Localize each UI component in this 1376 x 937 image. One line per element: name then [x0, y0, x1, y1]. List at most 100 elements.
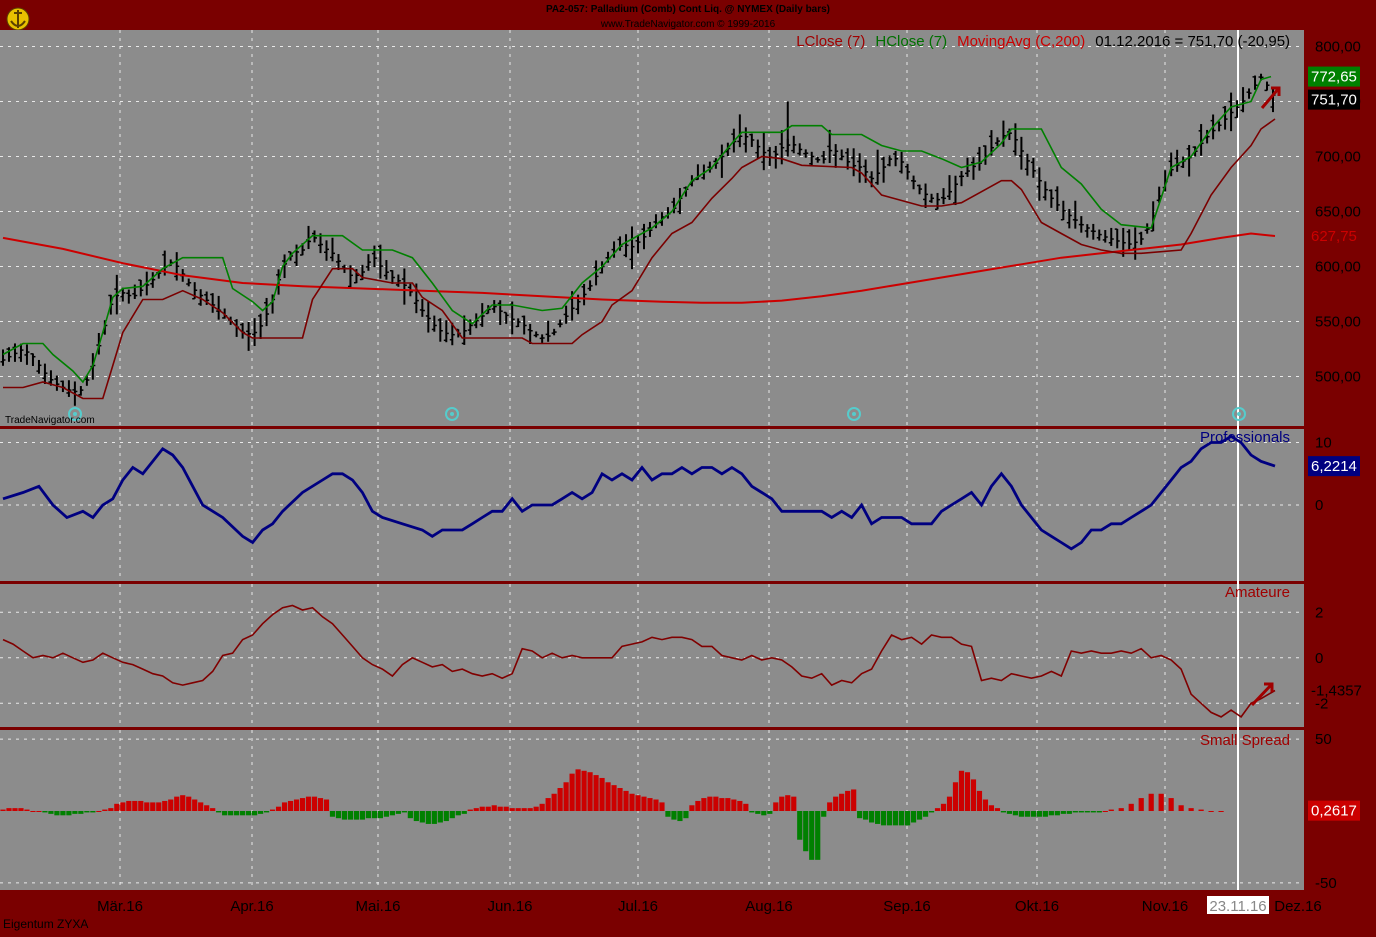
spread-bar [953, 782, 958, 811]
spread-bar [348, 811, 353, 820]
spread-bar [875, 811, 880, 824]
spread-bar [498, 807, 503, 811]
spread-bar [911, 811, 916, 822]
cursor-date-label: 23.11.16 [1209, 898, 1266, 915]
spread-bar [893, 811, 898, 825]
spread-bar [234, 811, 239, 815]
tick-label: 650,00 [1315, 204, 1361, 221]
spread-bar [647, 798, 652, 811]
spread-bar [294, 800, 299, 811]
spread-bar [96, 811, 101, 812]
small-spread-title: Small Spread [1200, 732, 1290, 749]
spread-bar [629, 794, 634, 811]
spread-bar [941, 804, 946, 811]
spread-bar [186, 797, 191, 811]
spread-bar [312, 797, 317, 811]
professionals-panel[interactable] [0, 429, 1304, 581]
spread-bar [480, 807, 485, 811]
spread-bar [779, 797, 784, 811]
spread-bar [6, 808, 11, 811]
spread-bar [486, 807, 491, 811]
small-spread-last-value-tag: 0,2617 [1308, 801, 1360, 821]
spread-bar [336, 811, 341, 818]
spread-bar [504, 807, 509, 811]
spread-bar [1061, 811, 1066, 814]
spread-bar [204, 805, 209, 811]
spread-bar [252, 811, 257, 815]
owner-label: Eigentum ZYXA [3, 917, 88, 931]
spread-bar [300, 798, 305, 811]
amateure-title: Amateure [1225, 584, 1290, 601]
spread-bar [881, 811, 886, 825]
professionals-last-value-tag: 6,2214 [1308, 456, 1360, 476]
lclose-last-value: 734,05 [1311, 111, 1357, 128]
spread-bar [905, 811, 910, 825]
spread-bar [318, 798, 323, 811]
chart-window: PA2-057: Palladium (Comb) Cont Liq. @ NY… [0, 0, 1376, 932]
spread-bar [108, 808, 113, 811]
month-label: Nov.16 [1142, 898, 1188, 915]
spread-bar [581, 771, 586, 811]
spread-bar [593, 775, 598, 811]
chart-title: PA2-057: Palladium (Comb) Cont Liq. @ NY… [546, 4, 830, 15]
spread-bar [803, 811, 808, 851]
spread-bar [1037, 811, 1042, 817]
spread-bar [330, 811, 335, 817]
spread-bar [755, 811, 760, 814]
spread-bar [390, 811, 395, 815]
spread-bar [857, 811, 862, 818]
spread-bar [683, 811, 688, 818]
spread-bar [1085, 811, 1090, 812]
spread-bar [719, 798, 724, 811]
spread-bar [72, 811, 77, 814]
spread-bar [558, 788, 563, 811]
spread-bar [959, 771, 964, 811]
spread-bar [791, 797, 796, 811]
spread-bar [695, 801, 700, 811]
spread-bar [899, 811, 904, 825]
spread-bar [1139, 798, 1144, 811]
spread-bar [605, 782, 610, 811]
spread-bar [246, 811, 251, 815]
tick-label: -50 [1315, 875, 1337, 892]
month-label: Mai.16 [355, 898, 400, 915]
signal-marker-dot [450, 412, 454, 416]
month-label: Dez.16 [1274, 898, 1322, 915]
spread-bar [180, 795, 185, 811]
spread-bar [354, 811, 359, 820]
spread-bar [426, 811, 431, 824]
spread-bar [0, 810, 5, 811]
spread-bar [1055, 811, 1060, 815]
spread-bar [372, 811, 377, 818]
spread-bar [1179, 805, 1184, 811]
spread-bar [444, 811, 449, 821]
month-label: Jun.16 [487, 898, 532, 915]
spread-bar [228, 811, 233, 815]
spread-bar [707, 797, 712, 811]
spread-bar [947, 797, 952, 811]
spread-bar [995, 808, 1000, 811]
spread-bar [809, 811, 814, 860]
signal-marker-dot [852, 412, 856, 416]
spread-bar [222, 811, 227, 815]
spread-bar [575, 769, 580, 811]
spread-bar [276, 807, 281, 811]
spread-bar [737, 801, 742, 811]
spread-bar [546, 798, 551, 811]
spread-bar [1007, 811, 1012, 814]
amateure-panel[interactable] [0, 584, 1304, 727]
spread-bar [384, 811, 389, 817]
spread-bar [468, 810, 473, 811]
spread-bar [288, 801, 293, 811]
spread-bar [570, 774, 575, 811]
spread-bar [971, 779, 976, 811]
spread-bar [144, 802, 149, 811]
tick-label: 50 [1315, 731, 1332, 748]
spread-bar [923, 811, 928, 817]
spread-bar [1091, 811, 1096, 812]
spread-bar [977, 791, 982, 811]
spread-bar [1025, 811, 1030, 817]
legend-hclose: HClose (7) [875, 33, 947, 50]
spread-bar [150, 802, 155, 811]
spread-bar [599, 778, 604, 811]
